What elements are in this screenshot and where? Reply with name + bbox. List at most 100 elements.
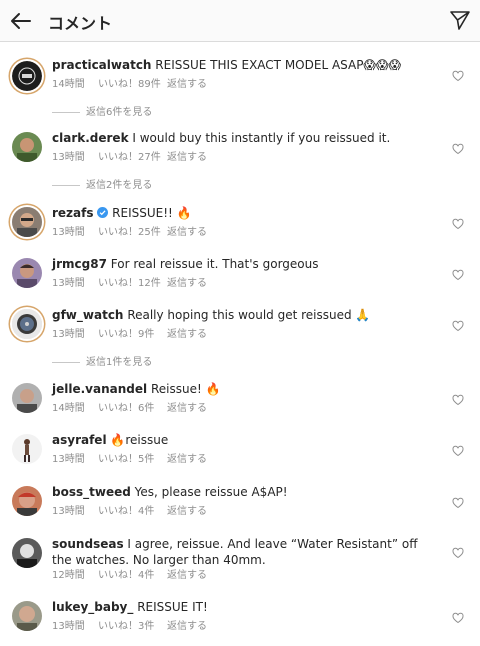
comment-time: 13時間 <box>52 621 85 632</box>
comment-likes[interactable]: いいね！3件 <box>98 617 167 632</box>
comment-time: 13時間 <box>52 454 85 465</box>
comment-username[interactable]: jrmcg87 <box>52 257 107 271</box>
comment-time: 13時間 <box>52 329 85 340</box>
comment-likes[interactable]: いいね！4件 <box>98 566 167 581</box>
avatar[interactable] <box>12 434 42 464</box>
comment-body: lukey_baby_ REISSUE IT! <box>52 599 436 615</box>
comment-meta: 13時間 いいね！3件 返信する <box>52 617 207 632</box>
comment-text: Reissue! 🔥 <box>150 382 221 396</box>
comment-username[interactable]: boss_tweed <box>52 485 131 499</box>
comment-meta: 14時間 いいね！89件 返信する <box>52 75 207 90</box>
avatar[interactable] <box>12 258 42 288</box>
comment-username[interactable]: soundseas <box>52 537 124 551</box>
comment-body: soundseas I agree, reissue. And leave “W… <box>52 536 436 568</box>
comment-text: REISSUE!! 🔥 <box>112 206 192 220</box>
reply-button[interactable]: 返信する <box>167 75 207 90</box>
comment-username[interactable]: lukey_baby_ <box>52 600 133 614</box>
comment-likes[interactable]: いいね！25件 <box>98 223 167 238</box>
divider <box>52 111 80 113</box>
avatar[interactable] <box>12 61 42 91</box>
view-replies-label: 返信6件を見る <box>86 107 153 118</box>
comment-body: jrmcg87 For real reissue it. That's gorg… <box>52 256 436 272</box>
reply-button[interactable]: 返信する <box>167 325 207 340</box>
verified-badge-icon <box>97 207 109 218</box>
comment-time: 12時間 <box>52 570 85 581</box>
comment-meta: 13時間 いいね！5件 返信する <box>52 450 207 465</box>
avatar[interactable] <box>12 309 42 339</box>
comment-body: asyrafel 🔥reissue <box>52 432 436 448</box>
comment-username[interactable]: clark.derek <box>52 131 129 145</box>
comment-username[interactable]: jelle.vanandel <box>52 382 147 396</box>
comment-text: REISSUE THIS EXACT MODEL ASAP😱😱😱 <box>155 58 401 72</box>
avatar[interactable] <box>12 601 42 631</box>
comment-meta: 13時間 いいね！27件 返信する <box>52 148 207 163</box>
heart-icon[interactable] <box>452 544 464 559</box>
heart-icon[interactable] <box>452 609 464 624</box>
page-title: コメント <box>48 14 113 33</box>
heart-icon[interactable] <box>452 67 464 82</box>
heart-icon[interactable] <box>452 215 464 230</box>
view-replies-link[interactable]: 返信1件を見る <box>52 353 152 368</box>
comment-likes[interactable]: いいね！5件 <box>98 450 167 465</box>
reply-button[interactable]: 返信する <box>167 274 207 289</box>
comment-username[interactable]: rezafs <box>52 206 94 220</box>
comment-username[interactable]: gfw_watch <box>52 308 123 322</box>
comment-body: gfw_watch Really hoping this would get r… <box>52 307 436 323</box>
comment-meta: 13時間 いいね！12件 返信する <box>52 274 207 289</box>
paper-plane-icon[interactable] <box>449 9 471 31</box>
heart-icon[interactable] <box>452 494 464 509</box>
comment-body: boss_tweed Yes, please reissue A$AP! <box>52 484 436 500</box>
avatar[interactable] <box>12 538 42 568</box>
top-bar: コメント <box>0 0 480 42</box>
heart-icon[interactable] <box>452 317 464 332</box>
comment-text: 🔥reissue <box>110 433 169 447</box>
comment-body: jelle.vanandel Reissue! 🔥 <box>52 381 436 397</box>
comment-likes[interactable]: いいね！27件 <box>98 148 167 163</box>
reply-button[interactable]: 返信する <box>167 566 207 581</box>
avatar[interactable] <box>12 207 42 237</box>
comment-meta: 13時間 いいね！9件 返信する <box>52 325 207 340</box>
comment-meta: 13時間 いいね！4件 返信する <box>52 502 207 517</box>
reply-button[interactable]: 返信する <box>167 223 207 238</box>
avatar[interactable] <box>12 383 42 413</box>
reply-button[interactable]: 返信する <box>167 148 207 163</box>
comment-username[interactable]: asyrafel <box>52 433 107 447</box>
back-arrow-icon[interactable] <box>8 8 34 34</box>
comment-likes[interactable]: いいね！9件 <box>98 325 167 340</box>
comment-time: 14時間 <box>52 403 85 414</box>
heart-icon[interactable] <box>452 442 464 457</box>
comment-text: Yes, please reissue A$AP! <box>134 485 288 499</box>
comment-meta: 12時間 いいね！4件 返信する <box>52 566 207 581</box>
comment-likes[interactable]: いいね！12件 <box>98 274 167 289</box>
comment-text: REISSUE IT! <box>137 600 208 614</box>
comment-text: For real reissue it. That's gorgeous <box>110 257 319 271</box>
comment-body: clark.derek I would buy this instantly i… <box>52 130 436 146</box>
reply-button[interactable]: 返信する <box>167 617 207 632</box>
reply-button[interactable]: 返信する <box>167 399 207 414</box>
comment-text: Really hoping this would get reissued 🙏 <box>127 308 371 322</box>
divider <box>52 361 80 363</box>
avatar[interactable] <box>12 132 42 162</box>
comment-time: 13時間 <box>52 278 85 289</box>
comment-meta: 14時間 いいね！6件 返信する <box>52 399 207 414</box>
comment-text: I would buy this instantly if you reissu… <box>132 131 391 145</box>
heart-icon[interactable] <box>452 140 464 155</box>
comment-likes[interactable]: いいね！6件 <box>98 399 167 414</box>
comment-time: 13時間 <box>52 152 85 163</box>
view-replies-link[interactable]: 返信2件を見る <box>52 176 152 191</box>
view-replies-label: 返信1件を見る <box>86 357 153 368</box>
comment-time: 14時間 <box>52 79 85 90</box>
reply-button[interactable]: 返信する <box>167 450 207 465</box>
view-replies-link[interactable]: 返信6件を見る <box>52 103 152 118</box>
avatar[interactable] <box>12 486 42 516</box>
comment-username[interactable]: practicalwatch <box>52 58 151 72</box>
comment-meta: 13時間 いいね！25件 返信する <box>52 223 207 238</box>
divider <box>52 184 80 186</box>
comment-likes[interactable]: いいね！4件 <box>98 502 167 517</box>
comment-time: 13時間 <box>52 227 85 238</box>
view-replies-label: 返信2件を見る <box>86 180 153 191</box>
comment-likes[interactable]: いいね！89件 <box>98 75 167 90</box>
heart-icon[interactable] <box>452 266 464 281</box>
heart-icon[interactable] <box>452 391 464 406</box>
reply-button[interactable]: 返信する <box>167 502 207 517</box>
